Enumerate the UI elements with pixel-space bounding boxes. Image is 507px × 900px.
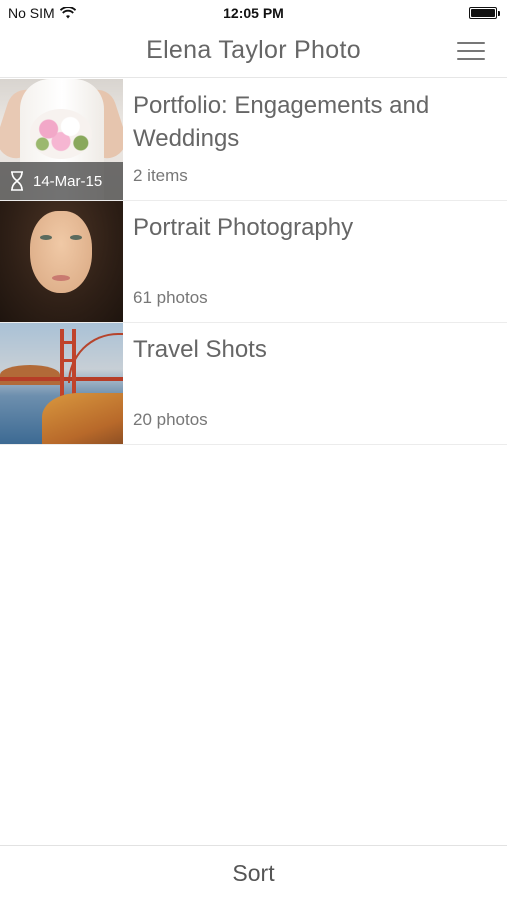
- list-item-title: Travel Shots: [133, 336, 267, 363]
- bottom-toolbar: Sort: [0, 845, 507, 900]
- sort-button[interactable]: Sort: [0, 860, 507, 887]
- status-time: 12:05 PM: [223, 5, 284, 21]
- portrait-thumbnail: [0, 201, 123, 322]
- date-badge: 14-Mar-15: [0, 162, 123, 200]
- list-item[interactable]: 14-Mar-15 Portfolio: Engagements and Wed…: [0, 79, 507, 201]
- list-item[interactable]: Travel Shots 20 photos: [0, 323, 507, 445]
- date-label: 14-Mar-15: [33, 172, 103, 190]
- list-item-title: Portrait Photography: [133, 214, 354, 241]
- status-bar: No SIM 12:05 PM: [0, 0, 507, 28]
- list-item-count: 20 photos: [133, 410, 208, 429]
- list-item-text: Portfolio: Engagements and Weddings 2 it…: [123, 79, 507, 200]
- list-item-title: Portfolio: Engagements and Weddings: [133, 92, 430, 152]
- list-item-count: 2 items: [133, 166, 188, 185]
- list-item-count: 61 photos: [133, 288, 208, 307]
- wedding-thumbnail: 14-Mar-15: [0, 79, 123, 200]
- hamburger-menu-icon[interactable]: [457, 42, 485, 64]
- navigation-bar: Elena Taylor Photo: [0, 28, 507, 78]
- hourglass-icon: [11, 171, 23, 191]
- gallery-list: 14-Mar-15 Portfolio: Engagements and Wed…: [0, 79, 507, 445]
- list-item-text: Travel Shots 20 photos: [123, 323, 507, 444]
- page-title: Elena Taylor Photo: [146, 36, 361, 64]
- list-item-text: Portrait Photography 61 photos: [123, 201, 507, 322]
- travel-thumbnail: [0, 323, 123, 444]
- list-item[interactable]: Portrait Photography 61 photos: [0, 201, 507, 323]
- battery-icon: [469, 7, 500, 19]
